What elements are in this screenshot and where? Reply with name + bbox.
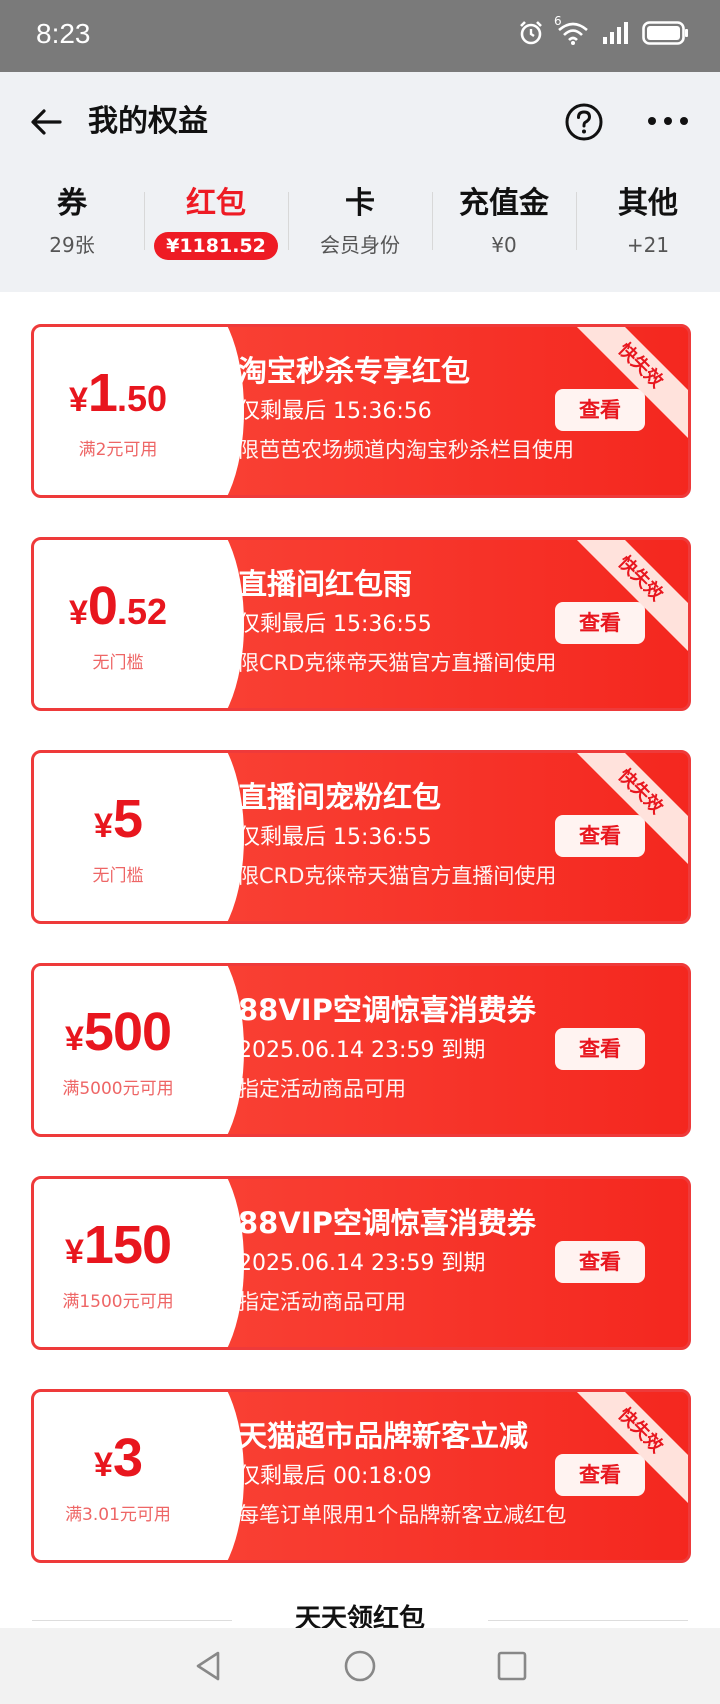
red-packet-card[interactable]: ¥0.52 无门槛 直播间红包雨 仅剩最后 15:36:55 限CRD克徕帝天猫… [31,537,691,711]
more-icon[interactable] [646,106,690,136]
tab-sub: 29张 [49,233,95,257]
nav-recents-icon[interactable] [494,1648,530,1684]
tab-red-packets[interactable]: 红包 ¥1181.52 [144,184,288,260]
packet-description: 每笔订单限用1个品牌新客立减红包 [238,1503,567,1527]
nav-home-icon[interactable] [342,1648,378,1684]
packet-expiry: 仅剩最后 15:36:55 [238,612,432,637]
packet-condition: 满5000元可用 [62,1079,174,1099]
status-bar: 8:23 6 [0,0,720,72]
packet-amount: ¥0.52 [68,576,167,636]
tab-cards[interactable]: 卡 会员身份 [288,184,432,258]
tab-divider [144,192,145,250]
packet-amount: ¥3 [94,1428,143,1488]
packet-condition: 无门槛 [92,653,144,673]
red-packet-card[interactable]: ¥5 无门槛 直播间宠粉红包 仅剩最后 15:36:55 限CRD克徕帝天猫官方… [31,750,691,924]
view-button[interactable]: 查看 [555,1028,645,1070]
packet-description: 限CRD克徕帝天猫官方直播间使用 [238,864,557,888]
red-packet-card[interactable]: ¥3 满3.01元可用 天猫超市品牌新客立减 仅剩最后 00:18:09 每笔订… [31,1389,691,1563]
packet-description: 指定活动商品可用 [238,1290,406,1314]
battery-icon [642,21,688,45]
tab-divider [432,192,433,250]
packet-condition: 满3.01元可用 [65,1505,171,1525]
header: 我的权益 券 29张 红包 ¥1181.52 卡 会员身份 充值金 ¥0 其他 … [0,72,720,292]
section-title: 天天领红包 [0,1594,720,1634]
packet-description: 限CRD克徕帝天猫官方直播间使用 [238,651,557,675]
packet-title: 88VIP空调惊喜消费券 [238,1206,536,1240]
tab-sub: +21 [626,233,670,257]
packet-expiry: 仅剩最后 15:36:56 [238,399,432,424]
status-icons: 6 [518,14,690,46]
packet-amount: ¥5 [94,789,143,849]
red-packet-card[interactable]: ¥150 满1500元可用 88VIP空调惊喜消费券 2025.06.14 23… [31,1176,691,1350]
packet-condition: 满2元可用 [78,440,158,460]
alarm-icon [520,21,542,45]
packet-description: 指定活动商品可用 [238,1077,406,1101]
packet-title: 天猫超市品牌新客立减 [238,1419,529,1453]
network-type-label: 6 [554,14,562,28]
red-packet-card[interactable]: ¥1.50 满2元可用 淘宝秒杀专享红包 仅剩最后 15:36:56 限芭芭农场… [31,324,691,498]
tab-label: 充值金 [459,186,549,221]
tab-sub: 会员身份 [320,233,400,257]
benefit-tabs: 券 29张 红包 ¥1181.52 卡 会员身份 充值金 ¥0 其他 +21 [0,184,720,274]
system-nav-bar [0,1628,720,1704]
packet-title: 直播间红包雨 [238,567,413,601]
view-button[interactable]: 查看 [555,815,645,857]
tab-sub-badge: ¥1181.52 [154,232,278,260]
page-title: 我的权益 [88,104,208,139]
nav-back-icon[interactable] [190,1648,226,1684]
signal-icon [603,22,628,44]
tab-label: 券 [57,186,87,221]
status-time: 8:23 [36,18,91,49]
packet-title: 淘宝秒杀专享红包 [238,354,471,388]
tab-recharge[interactable]: 充值金 ¥0 [432,184,576,258]
packet-condition: 无门槛 [92,866,144,886]
packet-expiry: 2025.06.14 23:59 到期 [238,1038,486,1063]
view-button[interactable]: 查看 [555,389,645,431]
packet-description: 限芭芭农场频道内淘宝秒杀栏目使用 [238,438,574,462]
tab-label: 红包 [186,186,246,221]
tab-divider [288,192,289,250]
back-arrow-icon[interactable] [26,102,66,142]
view-button[interactable]: 查看 [555,1454,645,1496]
tab-label: 其他 [618,186,678,221]
packet-amount: ¥150 [64,1215,172,1275]
tab-coupons[interactable]: 券 29张 [0,184,144,258]
packet-amount: ¥500 [64,1002,172,1062]
packet-title: 直播间宠粉红包 [238,780,442,814]
view-button[interactable]: 查看 [555,1241,645,1283]
packet-amount: ¥1.50 [68,363,167,423]
tab-sub: ¥0 [491,233,517,257]
tab-others[interactable]: 其他 +21 [576,184,720,258]
packet-condition: 满1500元可用 [62,1292,174,1312]
tab-label: 卡 [345,186,375,221]
view-button[interactable]: 查看 [555,602,645,644]
packet-expiry: 2025.06.14 23:59 到期 [238,1251,486,1276]
packet-expiry: 仅剩最后 15:36:55 [238,825,432,850]
packet-expiry: 仅剩最后 00:18:09 [238,1464,432,1489]
wifi-icon: 6 [554,14,590,46]
help-icon[interactable] [564,102,604,142]
tab-divider [576,192,577,250]
red-packet-card[interactable]: ¥500 满5000元可用 88VIP空调惊喜消费券 2025.06.14 23… [31,963,691,1137]
packet-title: 88VIP空调惊喜消费券 [238,993,536,1027]
